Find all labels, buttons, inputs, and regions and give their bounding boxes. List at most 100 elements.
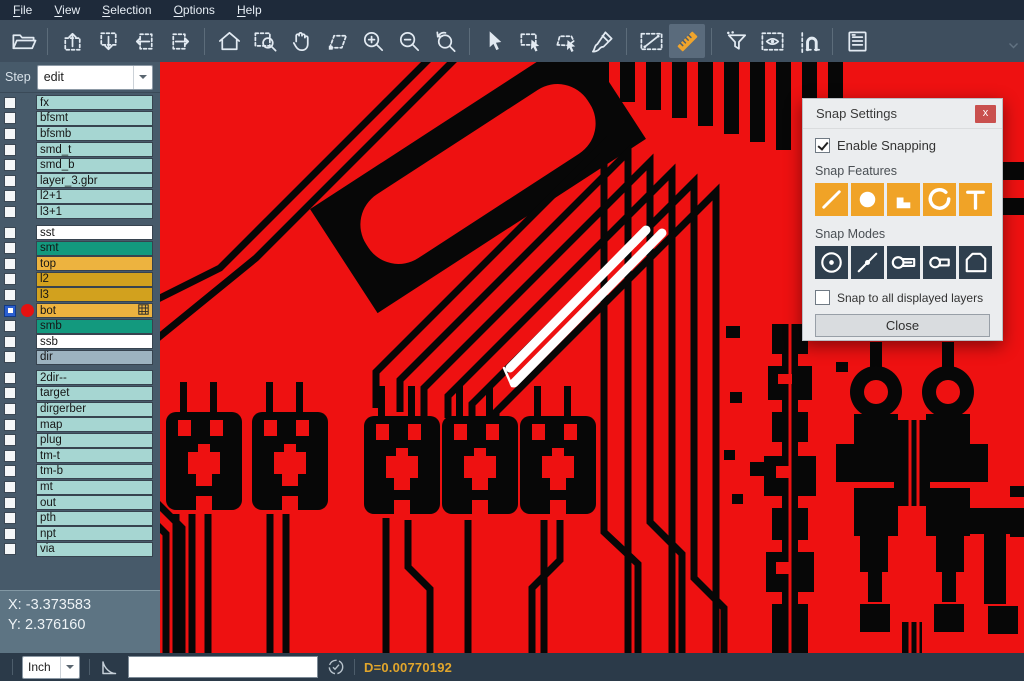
layer-visibility-checkbox[interactable]	[4, 387, 16, 399]
area-zoom-button[interactable]	[319, 24, 355, 58]
layer-visibility-checkbox[interactable]	[4, 144, 16, 156]
layer-row-mt[interactable]: mt	[0, 479, 160, 495]
snap-feature-pad-button[interactable]	[851, 183, 884, 216]
ruler-button[interactable]	[669, 24, 705, 58]
layer-visibility-checkbox[interactable]	[4, 258, 16, 270]
layer-row-l2[interactable]: l2	[0, 272, 160, 288]
layer-row-pth[interactable]: pth	[0, 510, 160, 526]
layer-visibility-checkbox[interactable]	[4, 543, 16, 555]
visibility-button[interactable]	[754, 24, 790, 58]
snap-mode-contour-button[interactable]	[959, 246, 992, 279]
layer-row-smt[interactable]: smt	[0, 240, 160, 256]
open-button[interactable]	[5, 24, 41, 58]
select-rect-button[interactable]	[512, 24, 548, 58]
layer-row-dirgerber[interactable]: dirgerber	[0, 401, 160, 417]
shift-down-button[interactable]	[90, 24, 126, 58]
menu-selection[interactable]: Selection	[91, 0, 162, 20]
menu-view[interactable]: View	[43, 0, 91, 20]
menu-options[interactable]: Options	[163, 0, 226, 20]
dialog-title-bar[interactable]: Snap Settings x	[803, 99, 1002, 129]
toolbar-overflow-icon[interactable]	[1008, 37, 1019, 55]
unit-select[interactable]: Inch	[22, 656, 80, 679]
report-button[interactable]	[839, 24, 875, 58]
menu-help[interactable]: Help	[226, 0, 273, 20]
layer-visibility-checkbox[interactable]	[4, 481, 16, 493]
layer-visibility-checkbox[interactable]	[4, 112, 16, 124]
layer-row-smd_t[interactable]: smd_t	[0, 142, 160, 158]
snap-mode-pad-entry-button[interactable]	[887, 246, 920, 279]
layer-row-sst[interactable]: sst	[0, 225, 160, 241]
measure-button[interactable]	[633, 24, 669, 58]
layer-row-bot[interactable]: bot	[0, 303, 160, 319]
layer-visibility-checkbox[interactable]	[4, 128, 16, 140]
dialog-close-button[interactable]: x	[975, 105, 996, 123]
layer-row-map[interactable]: map	[0, 417, 160, 433]
layer-row-out[interactable]: out	[0, 495, 160, 511]
shift-right-button[interactable]	[162, 24, 198, 58]
layer-visibility-checkbox[interactable]	[4, 320, 16, 332]
layer-visibility-checkbox[interactable]	[4, 434, 16, 446]
layer-row-ssb[interactable]: ssb	[0, 334, 160, 350]
select-button[interactable]	[476, 24, 512, 58]
snap-feature-surface-button[interactable]	[887, 183, 920, 216]
layer-row-target[interactable]: target	[0, 386, 160, 402]
zoom-window-button[interactable]	[247, 24, 283, 58]
enable-snapping-checkbox[interactable]: Enable Snapping	[815, 138, 990, 153]
select-brush-button[interactable]	[584, 24, 620, 58]
snap-all-layers-checkbox[interactable]: Snap to all displayed layers	[815, 290, 990, 305]
snap-feature-text-button[interactable]	[959, 183, 992, 216]
close-button[interactable]: Close	[815, 314, 990, 337]
layer-row-tm-t[interactable]: tm-t	[0, 448, 160, 464]
layer-row-l3+1[interactable]: l3+1	[0, 204, 160, 220]
shift-left-button[interactable]	[126, 24, 162, 58]
layer-visibility-checkbox[interactable]	[4, 273, 16, 285]
layer-visibility-checkbox[interactable]	[4, 206, 16, 218]
layer-visibility-checkbox[interactable]	[4, 305, 16, 317]
layer-visibility-checkbox[interactable]	[4, 289, 16, 301]
snap-mode-pad-entry-open-button[interactable]	[923, 246, 956, 279]
layer-visibility-checkbox[interactable]	[4, 419, 16, 431]
layer-row-top[interactable]: top	[0, 256, 160, 272]
matrix-grid-icon[interactable]	[138, 304, 149, 315]
zoom-in-button[interactable]	[355, 24, 391, 58]
layer-row-layer_3.gbr[interactable]: layer_3.gbr	[0, 173, 160, 189]
layer-visibility-checkbox[interactable]	[4, 528, 16, 540]
layer-visibility-checkbox[interactable]	[4, 97, 16, 109]
layer-visibility-checkbox[interactable]	[4, 403, 16, 415]
snap-feature-arc-button[interactable]	[923, 183, 956, 216]
layer-visibility-checkbox[interactable]	[4, 242, 16, 254]
layer-row-bfsmb[interactable]: bfsmb	[0, 126, 160, 142]
snap-mode-midpoint-button[interactable]	[851, 246, 884, 279]
menu-file[interactable]: File	[2, 0, 43, 20]
layer-visibility-checkbox[interactable]	[4, 336, 16, 348]
snap-mode-center-button[interactable]	[815, 246, 848, 279]
zoom-previous-button[interactable]	[427, 24, 463, 58]
pan-button[interactable]	[283, 24, 319, 58]
layer-row-l3[interactable]: l3	[0, 287, 160, 303]
apply-check-icon[interactable]	[327, 658, 345, 676]
layer-row-npt[interactable]: npt	[0, 526, 160, 542]
layer-row-tm-b[interactable]: tm-b	[0, 464, 160, 480]
layer-visibility-checkbox[interactable]	[4, 512, 16, 524]
layer-visibility-checkbox[interactable]	[4, 372, 16, 384]
layer-visibility-checkbox[interactable]	[4, 227, 16, 239]
snap-feature-line-button[interactable]	[815, 183, 848, 216]
layer-row-l2+1[interactable]: l2+1	[0, 189, 160, 205]
snap-button[interactable]	[790, 24, 826, 58]
step-select[interactable]: edit	[37, 65, 153, 90]
shift-up-button[interactable]	[54, 24, 90, 58]
layer-row-fx[interactable]: fx	[0, 95, 160, 111]
layer-visibility-checkbox[interactable]	[4, 465, 16, 477]
layer-row-2dir--[interactable]: 2dir--	[0, 370, 160, 386]
select-poly-button[interactable]	[548, 24, 584, 58]
command-input[interactable]	[128, 656, 318, 678]
home-button[interactable]	[211, 24, 247, 58]
layer-row-smb[interactable]: smb	[0, 318, 160, 334]
angle-corner-icon[interactable]	[99, 657, 119, 677]
layer-row-dir[interactable]: dir	[0, 350, 160, 366]
layer-row-smd_b[interactable]: smd_b	[0, 157, 160, 173]
layer-visibility-checkbox[interactable]	[4, 450, 16, 462]
zoom-out-button[interactable]	[391, 24, 427, 58]
layer-row-plug[interactable]: plug	[0, 432, 160, 448]
layer-visibility-checkbox[interactable]	[4, 190, 16, 202]
